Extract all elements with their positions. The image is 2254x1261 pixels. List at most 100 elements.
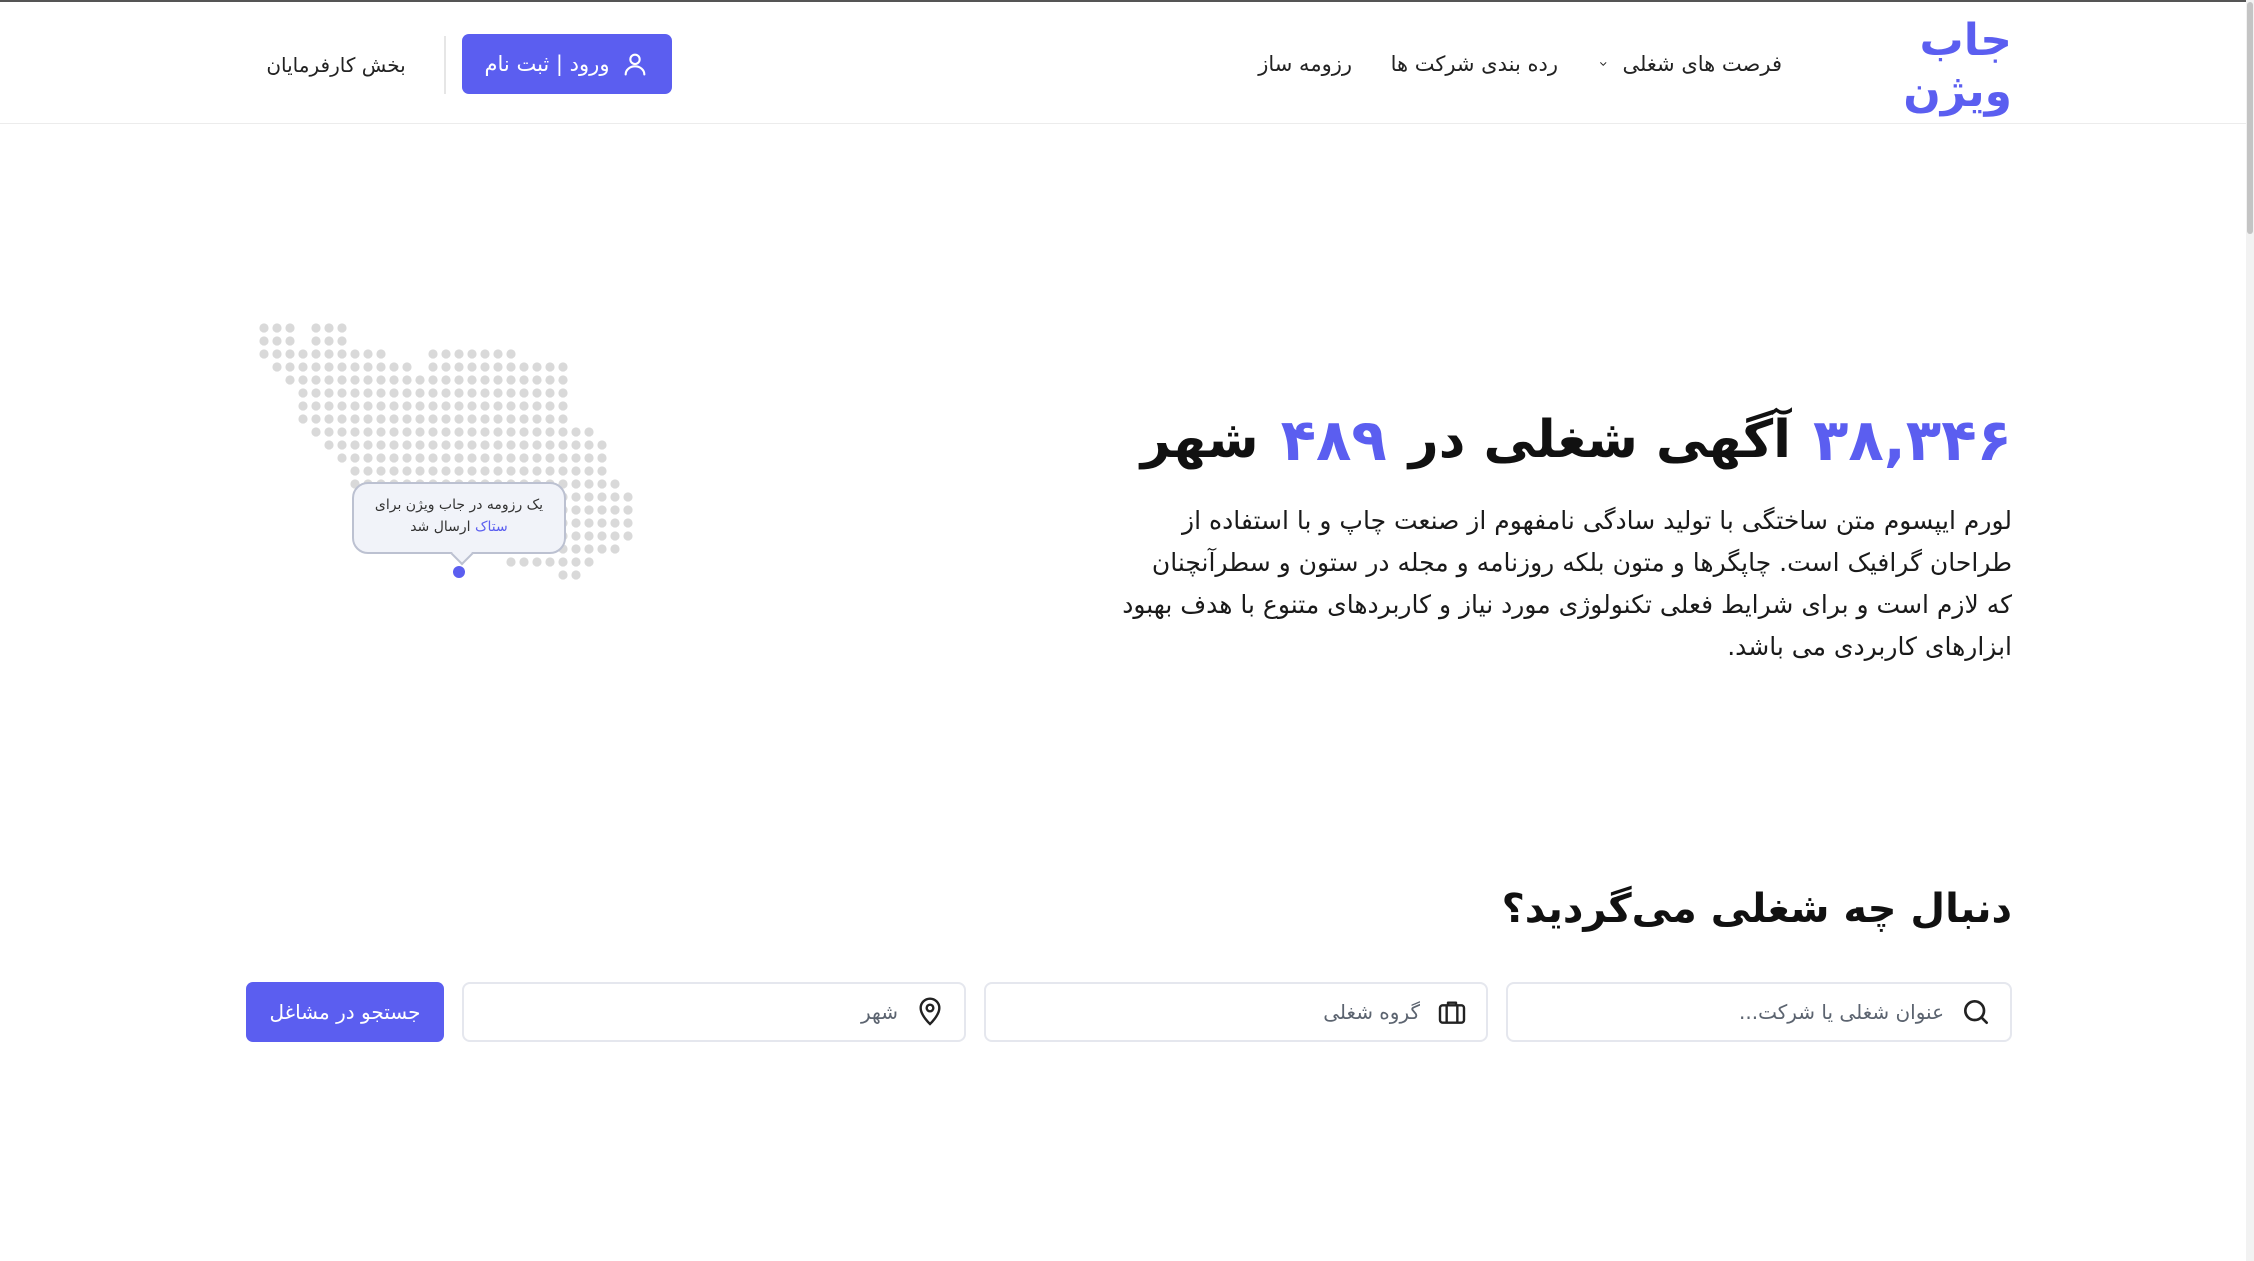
map-dot: [311, 401, 321, 411]
map-dot: [532, 557, 542, 567]
map-dot: [467, 362, 477, 372]
job-group-field[interactable]: [984, 982, 1488, 1042]
map-dot: [584, 453, 594, 463]
map-dot: [389, 362, 399, 372]
map-dot: [324, 323, 334, 333]
map-dot: [519, 557, 529, 567]
map-dot: [506, 440, 516, 450]
scrollbar-thumb[interactable]: [2247, 2, 2253, 234]
tooltip-line2: ستاک ارسال شد: [354, 516, 564, 538]
map-dot: [428, 388, 438, 398]
map-dot: [311, 388, 321, 398]
map-dot: [493, 388, 503, 398]
map-dot: [584, 466, 594, 476]
location-pin-icon: [919, 997, 941, 1026]
map-dot: [571, 570, 581, 580]
map-dot: [259, 336, 269, 346]
map-dot: [441, 375, 451, 385]
map-dot: [532, 466, 542, 476]
job-group-input[interactable]: [986, 1000, 1420, 1024]
map-dot: [506, 401, 516, 411]
nav-resume-builder[interactable]: رزومه ساز: [1258, 46, 1352, 82]
map-dot: [519, 401, 529, 411]
map-dot: [532, 375, 542, 385]
map-dot: [311, 375, 321, 385]
map-dot: [324, 427, 334, 437]
map-dot: [584, 427, 594, 437]
hero-title: ۳۸,۳۴۶ آگهی شغلی در ۴۸۹ شهر: [1141, 398, 2012, 482]
map-dot: [493, 466, 503, 476]
map-dot: [376, 427, 386, 437]
city-field[interactable]: [462, 982, 966, 1042]
map-dot: [610, 518, 620, 528]
logo[interactable]: جاب ویژن: [1838, 15, 2013, 117]
employers-link[interactable]: بخش کارفرمایان: [266, 48, 405, 82]
page: جاب ویژن فرصت های شغلی رده بندی شرکت ها …: [0, 0, 2254, 1261]
map-dot: [584, 557, 594, 567]
map-dot: [298, 362, 308, 372]
map-dot: [597, 492, 607, 502]
search-jobs-button[interactable]: جستجو در مشاغل: [246, 982, 444, 1042]
map-dot: [363, 466, 373, 476]
map-dot: [493, 349, 503, 359]
map-dot: [454, 466, 464, 476]
map-dot: [506, 557, 516, 567]
city-input[interactable]: [464, 1000, 898, 1024]
map-dot: [441, 466, 451, 476]
map-dot: [363, 362, 373, 372]
map-dot: [558, 570, 568, 580]
map-dot: [597, 518, 607, 528]
map-dot: [610, 544, 620, 554]
map-dot: [428, 362, 438, 372]
nav-company-ranking[interactable]: رده بندی شرکت ها: [1391, 46, 1558, 82]
search-section-title: دنبال چه شغلی می‌گردید؟: [1501, 886, 2012, 932]
map-dot: [415, 388, 425, 398]
hero-title-middle: آگهی شغلی در: [1408, 410, 1791, 470]
map-dot: [610, 505, 620, 515]
map-dot: [480, 414, 490, 424]
map-dot: [571, 479, 581, 489]
map-dot: [337, 323, 347, 333]
map-dot: [402, 362, 412, 372]
map-dot: [298, 414, 308, 424]
map-dot: [402, 414, 412, 424]
map-dot: [545, 401, 555, 411]
map-dot: [324, 362, 334, 372]
map-dot: [480, 401, 490, 411]
map-dot: [558, 375, 568, 385]
map-dot: [506, 414, 516, 424]
map-dot: [402, 466, 412, 476]
nav-jobs-dropdown[interactable]: فرصت های شغلی: [1598, 46, 1782, 82]
map-dot: [467, 440, 477, 450]
tooltip-line1: یک رزومه در جاب ویژن برای: [374, 497, 544, 513]
map-dot: [376, 466, 386, 476]
map-dot: [467, 349, 477, 359]
map-dot: [493, 427, 503, 437]
map-dot: [623, 505, 633, 515]
map-dot: [480, 453, 490, 463]
map-dot: [584, 531, 594, 541]
map-dot: [597, 505, 607, 515]
map-dot: [571, 557, 581, 567]
map-dot: [363, 375, 373, 385]
map-dot: [272, 362, 282, 372]
hero-title-end: شهر: [1140, 410, 1259, 470]
map-dot: [415, 401, 425, 411]
map-dot: [532, 453, 542, 463]
map-dot: [311, 427, 321, 437]
map-dot: [324, 388, 334, 398]
login-register-button[interactable]: ورود | ثبت نام: [462, 34, 672, 94]
map-dot: [545, 427, 555, 437]
job-title-input[interactable]: [1508, 1000, 1944, 1024]
scrollbar[interactable]: [2246, 0, 2254, 1261]
map-dot: [311, 349, 321, 359]
map-dot: [415, 427, 425, 437]
map-dot: [402, 427, 412, 437]
map-dot: [545, 466, 555, 476]
map-dot: [311, 336, 321, 346]
job-title-field[interactable]: [1506, 982, 2012, 1042]
map-dot: [454, 375, 464, 385]
map-dot: [337, 375, 347, 385]
map-dot: [519, 453, 529, 463]
map-dot: [350, 349, 360, 359]
